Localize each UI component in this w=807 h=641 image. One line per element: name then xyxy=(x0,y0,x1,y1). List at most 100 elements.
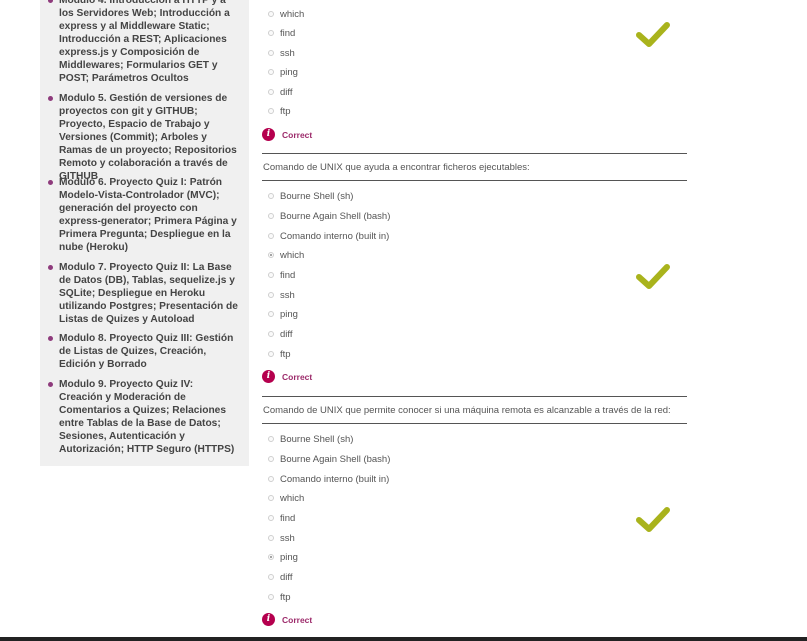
q3-option-builtin[interactable]: Comando interno (built in) xyxy=(268,472,389,486)
feedback-text: Correct xyxy=(282,371,313,382)
radio-button[interactable] xyxy=(268,535,274,541)
option-label: which xyxy=(280,8,305,20)
module-label[interactable]: Modulo 4. Introducción a HTTP y a los Se… xyxy=(59,0,239,85)
q1-option-ssh[interactable]: ssh xyxy=(268,46,295,60)
q2-feedback: i Correct xyxy=(262,370,312,383)
module-item-4[interactable]: Modulo 4. Introducción a HTTP y a los Se… xyxy=(48,0,239,85)
radio-button[interactable] xyxy=(268,272,274,278)
radio-button[interactable] xyxy=(268,436,274,442)
option-label: find xyxy=(280,27,296,39)
option-label: ssh xyxy=(280,532,295,544)
q3-option-which[interactable]: which xyxy=(268,491,304,505)
radio-button-selected[interactable] xyxy=(268,252,274,258)
option-label: diff xyxy=(280,571,293,583)
radio-button[interactable] xyxy=(268,50,274,56)
module-label[interactable]: Modulo 6. Proyecto Quiz I: Patrón Modelo… xyxy=(59,176,239,254)
q2-option-ping[interactable]: ping xyxy=(268,307,298,321)
radio-button[interactable] xyxy=(268,594,274,600)
option-label: ftp xyxy=(280,591,291,603)
option-label: diff xyxy=(280,86,293,98)
info-icon: i xyxy=(262,370,275,383)
module-item-6[interactable]: Modulo 6. Proyecto Quiz I: Patrón Modelo… xyxy=(48,176,239,254)
option-label: ssh xyxy=(280,289,295,301)
q1-option-diff[interactable]: diff xyxy=(268,85,293,99)
radio-button[interactable] xyxy=(268,574,274,580)
option-label: Bourne Again Shell (bash) xyxy=(280,210,391,222)
q3-option-find[interactable]: find xyxy=(268,511,295,525)
radio-button[interactable] xyxy=(268,193,274,199)
q3-option-ftp[interactable]: ftp xyxy=(268,590,291,604)
option-label: ssh xyxy=(280,47,295,59)
q1-option-ftp[interactable]: ftp xyxy=(268,104,291,118)
checkmark-icon xyxy=(636,22,670,47)
bullet-icon xyxy=(48,96,53,101)
radio-button[interactable] xyxy=(268,476,274,482)
module-label[interactable]: Modulo 7. Proyecto Quiz II: La Base de D… xyxy=(59,261,239,326)
q3-option-bash[interactable]: Bourne Again Shell (bash) xyxy=(268,452,390,466)
q1-feedback: i Correct xyxy=(262,128,312,141)
bullet-icon xyxy=(48,336,53,341)
option-label: which xyxy=(280,492,305,504)
radio-button[interactable] xyxy=(268,351,274,357)
bullet-icon xyxy=(48,265,53,270)
radio-button[interactable] xyxy=(268,331,274,337)
q1-option-ping[interactable]: ping xyxy=(268,65,298,79)
q1-option-which[interactable]: which xyxy=(268,7,304,21)
question-title: Comando de UNIX que permite conocer si u… xyxy=(263,405,671,416)
module-label[interactable]: Modulo 9. Proyecto Quiz IV: Creación y M… xyxy=(59,378,239,456)
bullet-icon xyxy=(48,180,53,185)
option-label: which xyxy=(280,249,305,261)
radio-button[interactable] xyxy=(268,69,274,75)
radio-button[interactable] xyxy=(268,30,274,36)
divider xyxy=(262,153,687,154)
option-label: Bourne Shell (sh) xyxy=(280,190,354,202)
q2-option-ftp[interactable]: ftp xyxy=(268,347,291,361)
question-title: Comando de UNIX que ayuda a encontrar fi… xyxy=(263,162,530,173)
module-label[interactable]: Modulo 5. Gestión de versiones de proyec… xyxy=(59,92,239,183)
q3-option-diff[interactable]: diff xyxy=(268,570,293,584)
option-label: ftp xyxy=(280,348,291,360)
feedback-text: Correct xyxy=(282,614,313,625)
module-item-7[interactable]: Modulo 7. Proyecto Quiz II: La Base de D… xyxy=(48,261,239,326)
radio-button[interactable] xyxy=(268,292,274,298)
radio-button[interactable] xyxy=(268,311,274,317)
option-label: ping xyxy=(280,551,298,563)
q2-option-builtin[interactable]: Comando interno (built in) xyxy=(268,229,389,243)
q2-option-sh[interactable]: Bourne Shell (sh) xyxy=(268,189,353,203)
module-label[interactable]: Modulo 8. Proyecto Quiz III: Gestión de … xyxy=(59,332,239,371)
divider xyxy=(262,423,687,424)
radio-button[interactable] xyxy=(268,515,274,521)
feedback-text: Correct xyxy=(282,129,313,140)
q2-option-bash[interactable]: Bourne Again Shell (bash) xyxy=(268,209,390,223)
q2-option-which[interactable]: which xyxy=(268,248,304,262)
option-label: ping xyxy=(280,308,298,320)
radio-button[interactable] xyxy=(268,11,274,17)
option-label: find xyxy=(280,512,296,524)
option-label: ftp xyxy=(280,105,291,117)
info-icon: i xyxy=(262,128,275,141)
q3-feedback: i Correct xyxy=(262,613,312,626)
q2-option-find[interactable]: find xyxy=(268,268,295,282)
q3-option-ssh[interactable]: ssh xyxy=(268,531,295,545)
radio-button[interactable] xyxy=(268,89,274,95)
radio-button[interactable] xyxy=(268,456,274,462)
module-item-9[interactable]: Modulo 9. Proyecto Quiz IV: Creación y M… xyxy=(48,378,239,456)
radio-button-selected[interactable] xyxy=(268,554,274,560)
q3-option-sh[interactable]: Bourne Shell (sh) xyxy=(268,432,353,446)
module-item-5[interactable]: Modulo 5. Gestión de versiones de proyec… xyxy=(48,92,239,183)
radio-button[interactable] xyxy=(268,495,274,501)
info-icon: i xyxy=(262,613,275,626)
bullet-icon xyxy=(48,382,53,387)
q2-option-diff[interactable]: diff xyxy=(268,327,293,341)
option-label: ping xyxy=(280,66,298,78)
checkmark-icon xyxy=(636,507,670,532)
radio-button[interactable] xyxy=(268,213,274,219)
module-item-8[interactable]: Modulo 8. Proyecto Quiz III: Gestión de … xyxy=(48,332,239,371)
q3-option-ping[interactable]: ping xyxy=(268,550,298,564)
radio-button[interactable] xyxy=(268,108,274,114)
bullet-icon xyxy=(48,0,53,3)
radio-button[interactable] xyxy=(268,233,274,239)
q1-option-find[interactable]: find xyxy=(268,26,295,40)
option-label: Comando interno (built in) xyxy=(280,230,390,242)
q2-option-ssh[interactable]: ssh xyxy=(268,288,295,302)
